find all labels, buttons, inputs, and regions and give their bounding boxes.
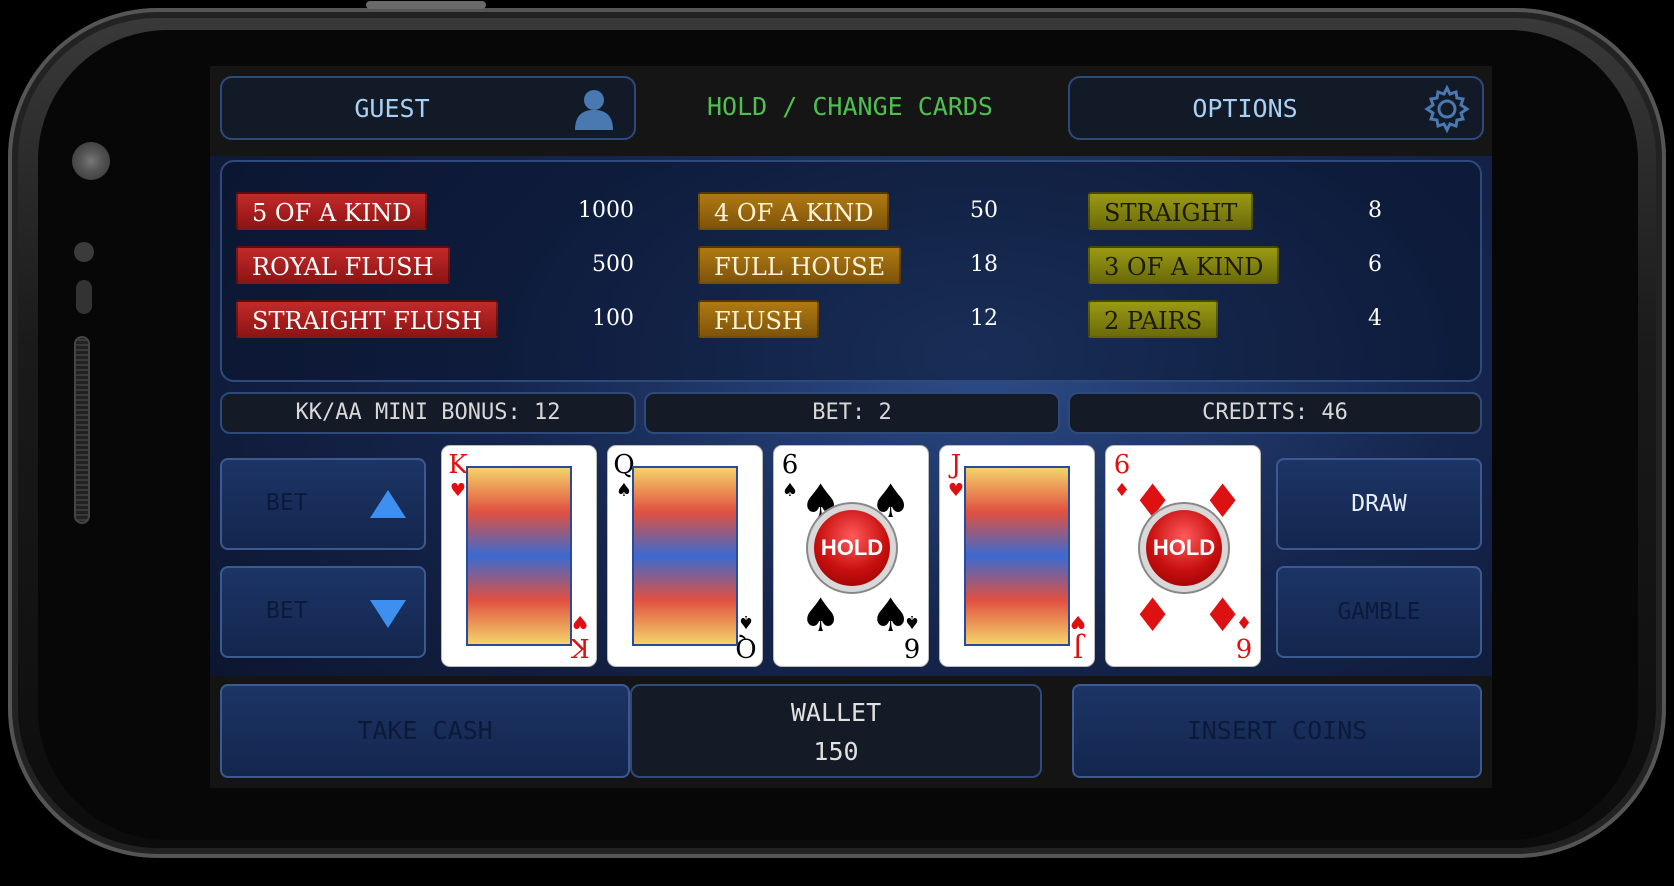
bet-up-label: BET — [266, 490, 308, 516]
options-label: OPTIONS — [1192, 94, 1298, 123]
wallet-display: WALLET 150 — [630, 684, 1042, 778]
card-rank: K — [570, 632, 590, 662]
paytable-hand: STRAIGHT FLUSH — [236, 300, 498, 338]
paytable-payout: 12 — [970, 306, 998, 331]
gamble-button[interactable]: GAMBLE — [1276, 566, 1482, 658]
take-cash-label: TAKE CASH — [357, 716, 493, 745]
paytable-payout: 100 — [592, 306, 634, 331]
card-pip-icon: ♠ — [870, 474, 912, 528]
card-corner-top: 6 ♦ — [1110, 452, 1134, 504]
player-label: GUEST — [354, 94, 430, 123]
playing-card[interactable]: J ♥ J ♥ — [940, 446, 1094, 666]
playing-card[interactable]: 6 ♠ 6 ♠ ♠ ♠ ♠ ♠ HOLD — [774, 446, 928, 666]
card-suit-icon: ♦ — [1113, 480, 1131, 501]
paytable-hand: 2 PAIRS — [1088, 300, 1219, 338]
paytable-hand: FLUSH — [698, 300, 819, 338]
gear-icon — [1424, 84, 1470, 134]
playing-card[interactable]: 6 ♦ 6 ♦ ♦ ♦ ♦ ♦ HOLD — [1106, 446, 1260, 666]
card-pip-icon: ♠ — [800, 588, 842, 642]
bet-up-button[interactable]: BET — [220, 458, 426, 550]
gamble-label: GAMBLE — [1337, 599, 1421, 625]
card-rank: K — [448, 450, 468, 480]
court-card-art — [632, 466, 738, 646]
light-sensor — [76, 280, 92, 314]
earpiece-speaker — [74, 336, 90, 524]
card-pip-icon: ♦ — [1132, 588, 1174, 642]
card-corner-top: 6 ♠ — [778, 452, 802, 504]
player-button[interactable]: GUEST — [220, 76, 636, 140]
front-camera — [72, 142, 110, 180]
card-suit-icon: ♠ — [781, 480, 799, 501]
paytable-hand: STRAIGHT — [1088, 192, 1254, 230]
card-pip-icon: ♦ — [1202, 474, 1244, 528]
hold-badge: HOLD — [814, 510, 890, 586]
paytable-payout: 50 — [970, 198, 998, 223]
proximity-sensor — [74, 242, 94, 262]
bet-down-button[interactable]: BET — [220, 566, 426, 658]
card-rank: J — [950, 450, 962, 480]
options-button[interactable]: OPTIONS — [1068, 76, 1484, 140]
game-mode-label: HOLD / CHANGE CARDS — [707, 92, 993, 121]
card-rank: J — [1072, 632, 1084, 662]
bottom-bar: TAKE CASH WALLET 150 INSERT COINS — [210, 676, 1492, 788]
paytable-hand: FULL HOUSE — [698, 246, 902, 284]
card-pip-icon: ♦ — [1202, 588, 1244, 642]
paytable-payout: 4 — [1368, 306, 1382, 331]
insert-coins-label: INSERT COINS — [1186, 716, 1368, 745]
paytable-hand: 3 OF A KIND — [1088, 246, 1280, 284]
playing-card[interactable]: K ♥ K ♥ — [442, 446, 596, 666]
court-card-art — [964, 466, 1070, 646]
arrow-down-icon — [370, 600, 406, 628]
court-card-art — [466, 466, 572, 646]
power-button — [366, 1, 486, 9]
paytable-hand: ROYAL FLUSH — [236, 246, 450, 284]
paytable: 5 OF A KIND 1000 ROYAL FLUSH 500 STRAIGHT FL… — [220, 160, 1482, 382]
card-rank: 6 — [1113, 450, 1131, 480]
hold-badge: HOLD — [1146, 510, 1222, 586]
game-screen: GUEST HOLD / CHANGE CARDS OPTIONS 5 OF A… — [210, 66, 1492, 788]
top-bar: GUEST HOLD / CHANGE CARDS OPTIONS — [210, 66, 1492, 156]
paytable-payout: 18 — [970, 252, 998, 277]
insert-coins-button[interactable]: INSERT COINS — [1072, 684, 1482, 778]
paytable-payout: 500 — [592, 252, 634, 277]
paytable-payout: 6 — [1368, 252, 1382, 277]
mini-bonus-display: KK/AA MINI BONUS: 12 — [220, 392, 636, 434]
playing-card[interactable]: Q ♠ Q ♠ — [608, 446, 762, 666]
take-cash-button[interactable]: TAKE CASH — [220, 684, 630, 778]
wallet-label: WALLET — [790, 698, 882, 727]
paytable-payout: 8 — [1368, 198, 1382, 223]
credits-display: CREDITS: 46 — [1068, 392, 1482, 434]
paytable-hand: 5 OF A KIND — [236, 192, 428, 230]
wallet-value: 150 — [813, 737, 859, 766]
card-rank: 6 — [781, 450, 799, 480]
card-rank: Q — [735, 632, 757, 662]
card-pip-icon: ♠ — [870, 588, 912, 642]
arrow-up-icon — [370, 490, 406, 518]
user-icon — [575, 90, 613, 130]
bet-down-label: BET — [266, 598, 308, 624]
draw-button[interactable]: DRAW — [1276, 458, 1482, 550]
paytable-payout: 1000 — [578, 198, 634, 223]
draw-label: DRAW — [1351, 491, 1407, 517]
paytable-hand: 4 OF A KIND — [698, 192, 890, 230]
bet-display: BET: 2 — [644, 392, 1060, 434]
